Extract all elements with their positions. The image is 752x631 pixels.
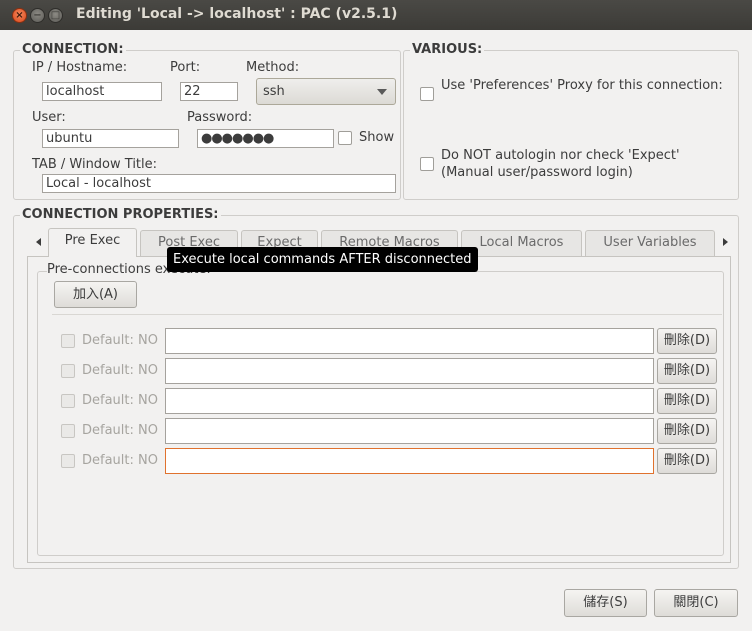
- window-minimize-button[interactable]: −: [30, 8, 45, 23]
- row-command-input[interactable]: [165, 328, 654, 354]
- window-maximize-button[interactable]: □: [48, 8, 63, 23]
- user-input[interactable]: [42, 129, 179, 148]
- password-label: Password:: [187, 110, 253, 125]
- use-proxy-label: Use 'Preferences' Proxy for this connect…: [441, 78, 723, 93]
- method-value: ssh: [263, 84, 285, 99]
- row-default-checkbox[interactable]: [61, 394, 75, 408]
- method-select[interactable]: ssh: [256, 78, 396, 105]
- no-autologin-checkbox[interactable]: [420, 157, 434, 171]
- port-input[interactable]: [180, 82, 238, 101]
- row-command-input[interactable]: [165, 358, 654, 384]
- add-button[interactable]: 加入(A): [54, 281, 137, 308]
- host-label: IP / Hostname:: [32, 60, 128, 75]
- window-title: Editing 'Local -> localhost' : PAC (v2.5…: [76, 6, 398, 22]
- chevron-down-icon: [377, 89, 387, 95]
- row-command-input[interactable]: [165, 418, 654, 444]
- tab-user-variables[interactable]: User Variables: [585, 230, 715, 256]
- row-default-label: Default: NO: [82, 363, 158, 378]
- tab-title-label: TAB / Window Title:: [32, 157, 158, 172]
- row-default-checkbox[interactable]: [61, 454, 75, 468]
- connection-section-label: CONNECTION:: [20, 42, 126, 57]
- row-default-label: Default: NO: [82, 453, 158, 468]
- window-close-button[interactable]: ×: [12, 8, 27, 23]
- row-default-label: Default: NO: [82, 423, 158, 438]
- close-button[interactable]: 關閉(C): [654, 589, 738, 617]
- row-default-checkbox[interactable]: [61, 364, 75, 378]
- maximize-icon: □: [50, 10, 61, 21]
- no-autologin-label-line1: Do NOT autologin nor check 'Expect': [441, 148, 680, 163]
- tooltip: Execute local commands AFTER disconnecte…: [167, 247, 478, 272]
- use-proxy-checkbox[interactable]: [420, 87, 434, 101]
- row-default-label: Default: NO: [82, 393, 158, 408]
- properties-section-label: CONNECTION PROPERTIES:: [20, 207, 221, 222]
- row-command-input[interactable]: [165, 388, 654, 414]
- divider: [52, 314, 722, 315]
- title-bar: × − □ Editing 'Local -> localhost' : PAC…: [0, 0, 752, 30]
- tab-local-macros[interactable]: Local Macros: [461, 230, 582, 256]
- close-icon: ×: [15, 10, 24, 21]
- tab-pre-exec[interactable]: Pre Exec: [48, 228, 137, 257]
- row-default-checkbox[interactable]: [61, 424, 75, 438]
- various-section-label: VARIOUS:: [410, 42, 485, 57]
- row-default-checkbox[interactable]: [61, 334, 75, 348]
- tab-scroll-left-icon[interactable]: [36, 238, 41, 246]
- row-command-input[interactable]: [165, 448, 654, 474]
- minimize-icon: −: [33, 10, 42, 21]
- host-input[interactable]: [42, 82, 162, 101]
- show-password-checkbox[interactable]: [338, 131, 352, 145]
- tab-scroll-right-icon[interactable]: [723, 238, 728, 246]
- password-input[interactable]: ●●●●●●●: [197, 129, 334, 148]
- no-autologin-label-line2: (Manual user/password login): [441, 165, 633, 180]
- method-label: Method:: [246, 60, 300, 75]
- port-label: Port:: [170, 60, 201, 75]
- row-default-label: Default: NO: [82, 333, 158, 348]
- user-label: User:: [32, 110, 66, 125]
- row-delete-button[interactable]: 刪除(D): [657, 388, 717, 414]
- row-delete-button[interactable]: 刪除(D): [657, 448, 717, 474]
- row-delete-button[interactable]: 刪除(D): [657, 328, 717, 354]
- tab-title-input[interactable]: [42, 174, 396, 193]
- show-password-label: Show: [359, 130, 395, 145]
- row-delete-button[interactable]: 刪除(D): [657, 358, 717, 384]
- save-button[interactable]: 儲存(S): [564, 589, 647, 617]
- row-delete-button[interactable]: 刪除(D): [657, 418, 717, 444]
